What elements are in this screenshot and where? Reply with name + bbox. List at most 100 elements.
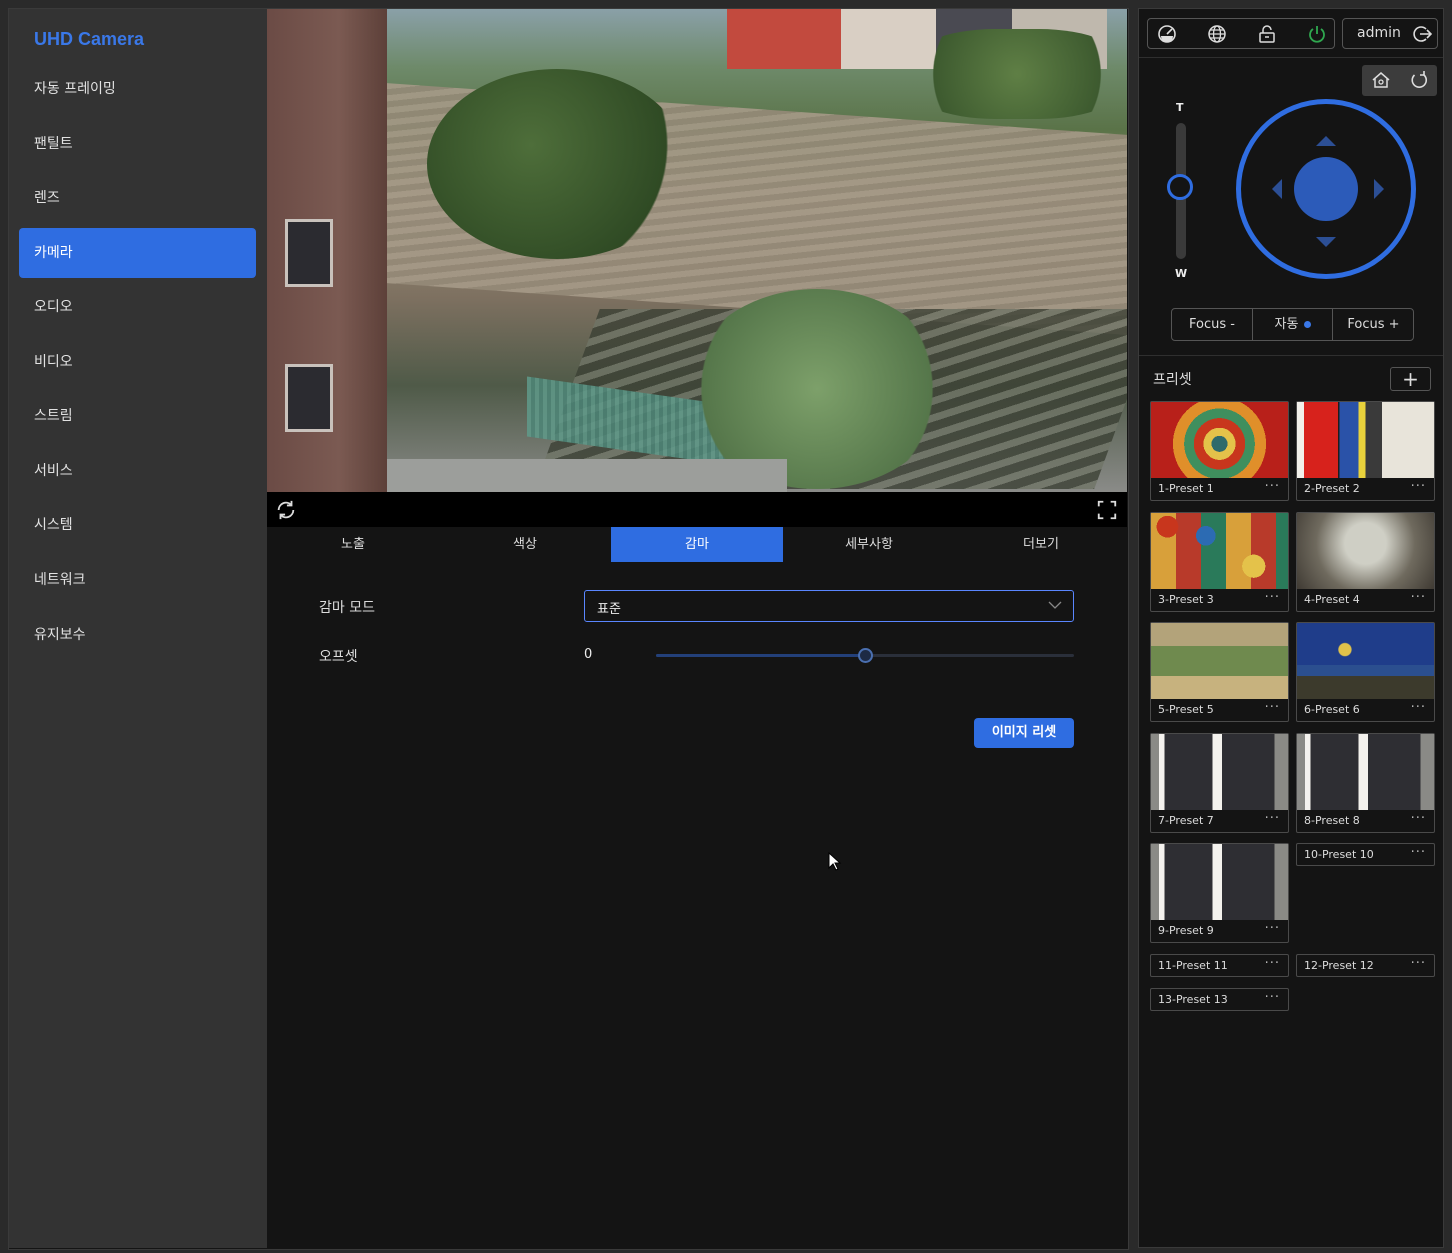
- preset-thumbnail: [1297, 402, 1434, 478]
- tab-color[interactable]: 색상: [439, 527, 611, 562]
- camera-tabs: 노출 색상 감마 세부사항 더보기: [267, 527, 1127, 562]
- gamma-mode-select[interactable]: 표준: [584, 590, 1074, 622]
- tab-exposure[interactable]: 노출: [267, 527, 439, 562]
- pan-up-arrow[interactable]: [1316, 136, 1336, 146]
- more-icon[interactable]: ···: [1265, 811, 1280, 826]
- username: admin: [1357, 25, 1401, 41]
- preset-label: 4-Preset 4: [1304, 593, 1360, 606]
- more-icon[interactable]: ···: [1411, 956, 1426, 971]
- preset-thumbnail: [1151, 623, 1288, 699]
- zoom-tele-label: T: [1176, 101, 1184, 114]
- preset-card[interactable]: 7-Preset 7 ···: [1150, 733, 1289, 833]
- preset-card[interactable]: 11-Preset 11 ···: [1150, 954, 1289, 977]
- preset-label: 10-Preset 10: [1304, 848, 1374, 861]
- sidebar-item-maintenance[interactable]: 유지보수: [19, 610, 256, 660]
- unlock-icon[interactable]: [1257, 24, 1277, 44]
- camera-video-feed[interactable]: [267, 9, 1127, 492]
- pan-left-arrow[interactable]: [1272, 179, 1282, 199]
- app-logo: UHD Camera: [34, 29, 145, 49]
- focus-auto-indicator: [1304, 321, 1312, 328]
- preset-thumbnail: [1151, 734, 1288, 810]
- dashboard-icon[interactable]: [1157, 24, 1177, 44]
- more-icon[interactable]: ···: [1411, 700, 1426, 715]
- add-preset-button[interactable]: +: [1390, 367, 1431, 391]
- sidebar-item-lens[interactable]: 렌즈: [19, 173, 256, 223]
- sidebar-item-service[interactable]: 서비스: [19, 446, 256, 496]
- tab-details[interactable]: 세부사항: [783, 527, 955, 562]
- preset-label: 9-Preset 9: [1158, 924, 1214, 937]
- more-icon[interactable]: ···: [1265, 479, 1280, 494]
- more-icon[interactable]: ···: [1411, 479, 1426, 494]
- preset-label: 11-Preset 11: [1158, 959, 1228, 972]
- more-icon[interactable]: ···: [1411, 845, 1426, 860]
- image-reset-button[interactable]: 이미지 리셋: [974, 718, 1074, 748]
- offset-slider-handle[interactable]: [858, 648, 873, 663]
- more-icon[interactable]: ···: [1265, 700, 1280, 715]
- focus-controls: Focus - 자동 Focus +: [1171, 308, 1414, 341]
- preset-card[interactable]: 3-Preset 3 ···: [1150, 512, 1289, 612]
- focus-minus-button[interactable]: Focus -: [1172, 309, 1252, 340]
- preset-label: 1-Preset 1: [1158, 482, 1214, 495]
- focus-auto-label: 자동: [1274, 317, 1299, 332]
- more-icon[interactable]: ···: [1265, 956, 1280, 971]
- ptz-joystick[interactable]: [1236, 99, 1416, 279]
- preset-card[interactable]: 10-Preset 10 ···: [1296, 843, 1435, 866]
- preset-card[interactable]: 12-Preset 12 ···: [1296, 954, 1435, 977]
- sidebar-item-video[interactable]: 비디오: [19, 337, 256, 387]
- focus-auto-button[interactable]: 자동: [1252, 309, 1333, 340]
- more-icon[interactable]: ···: [1265, 921, 1280, 936]
- refresh-icon[interactable]: [275, 499, 297, 521]
- user-menu[interactable]: admin: [1342, 18, 1438, 49]
- reset-position-icon[interactable]: [1409, 70, 1429, 90]
- preset-thumbnail: [1151, 402, 1288, 478]
- preset-card[interactable]: 8-Preset 8 ···: [1296, 733, 1435, 833]
- globe-icon[interactable]: [1207, 24, 1227, 44]
- more-icon[interactable]: ···: [1411, 590, 1426, 605]
- power-icon[interactable]: [1307, 24, 1327, 44]
- preset-label: 2-Preset 2: [1304, 482, 1360, 495]
- sidebar-item-network[interactable]: 네트워크: [19, 555, 256, 605]
- ptz-home-group: [1362, 65, 1437, 96]
- preset-card[interactable]: 5-Preset 5 ···: [1150, 622, 1289, 722]
- sidebar-item-stream[interactable]: 스트림: [19, 391, 256, 441]
- preset-label: 5-Preset 5: [1158, 703, 1214, 716]
- mouse-cursor-icon: [828, 852, 842, 871]
- preset-card[interactable]: 13-Preset 13 ···: [1150, 988, 1289, 1011]
- preset-card[interactable]: 9-Preset 9 ···: [1150, 843, 1289, 943]
- top-icon-bar: [1147, 18, 1335, 49]
- focus-plus-button[interactable]: Focus +: [1332, 309, 1414, 340]
- pan-right-arrow[interactable]: [1374, 179, 1384, 199]
- sidebar-item-system[interactable]: 시스템: [19, 500, 256, 550]
- sidebar-item-camera[interactable]: 카메라: [19, 228, 256, 278]
- preset-label: 12-Preset 12: [1304, 959, 1374, 972]
- home-icon[interactable]: [1371, 70, 1391, 90]
- preset-label: 3-Preset 3: [1158, 593, 1214, 606]
- offset-label: 오프셋: [319, 649, 358, 665]
- video-toolbar: [267, 492, 1127, 527]
- more-icon[interactable]: ···: [1411, 811, 1426, 826]
- joystick-knob[interactable]: [1294, 157, 1358, 221]
- logout-icon[interactable]: [1412, 24, 1432, 44]
- preset-card[interactable]: 4-Preset 4 ···: [1296, 512, 1435, 612]
- sidebar-item-audio[interactable]: 오디오: [19, 282, 256, 332]
- preset-label: 7-Preset 7: [1158, 814, 1214, 827]
- sidebar: UHD Camera 자동 프레이밍 팬틸트 렌즈 카메라 오디오 비디오 스트…: [9, 9, 267, 1248]
- more-icon[interactable]: ···: [1265, 990, 1280, 1005]
- preset-thumbnail: [1297, 513, 1434, 589]
- preset-card[interactable]: 2-Preset 2 ···: [1296, 401, 1435, 501]
- preset-card[interactable]: 6-Preset 6 ···: [1296, 622, 1435, 722]
- preset-label: 8-Preset 8: [1304, 814, 1360, 827]
- zoom-slider-handle[interactable]: [1167, 174, 1193, 200]
- tab-more[interactable]: 더보기: [955, 527, 1127, 562]
- ptz-panel: admin T W Focus - 자동 Focus + 프리셋 + 1-Pre…: [1138, 8, 1444, 1248]
- pan-down-arrow[interactable]: [1316, 237, 1336, 247]
- chevron-down-icon: [1048, 601, 1062, 609]
- preset-card[interactable]: 1-Preset 1 ···: [1150, 401, 1289, 501]
- sidebar-item-auto-framing[interactable]: 자동 프레이밍: [19, 64, 256, 114]
- fullscreen-icon[interactable]: [1096, 499, 1118, 521]
- more-icon[interactable]: ···: [1265, 590, 1280, 605]
- tab-gamma[interactable]: 감마: [611, 527, 783, 562]
- zoom-wide-label: W: [1175, 267, 1188, 280]
- sidebar-item-pan-tilt[interactable]: 팬틸트: [19, 119, 256, 169]
- offset-slider[interactable]: [656, 648, 1074, 663]
